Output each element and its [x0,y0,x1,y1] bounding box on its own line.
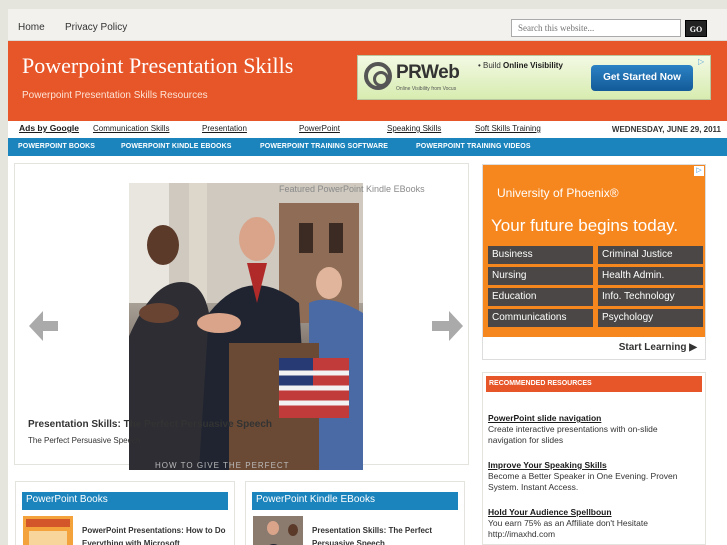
ad-link[interactable]: PowerPoint [299,124,340,133]
start-learning-button[interactable]: Start Learning ▶ [483,337,705,359]
recommended-item-title[interactable]: Improve Your Speaking Skills [488,460,678,471]
recommended-item-title[interactable]: Hold Your Audience Spellboun [488,507,678,518]
recommended-item-text: You earn 75% as an Affiliate don't Hesit… [488,518,648,539]
ad-subtitle: Online Visibility from Vocus [396,86,457,92]
ad-link[interactable]: Presentation [202,124,247,133]
nav-item-training-software[interactable]: POWERPOINT TRAINING SOFTWARE [260,143,388,150]
book-title-link[interactable]: PowerPoint Presentations: How to Do Ever… [82,524,232,545]
recommended-item-text: Become a Better Speaker in One Evening. … [488,471,678,492]
category-nav: POWERPOINT BOOKS POWERPOINT KINDLE EBOOK… [8,138,727,156]
top-nav: Home Privacy Policy GO [8,9,727,41]
ebook-cover-thumbnail[interactable] [253,516,303,545]
slide-caption-subtitle: The Perfect Persuasive Speech [28,436,141,445]
uop-program-item[interactable]: Info. Technology [598,288,703,306]
university-of-phoenix-ad[interactable]: ▷ University of Phoenix® Your future beg… [482,164,706,360]
recommended-resources: RECOMMENDED RESOURCES PowerPoint slide n… [482,372,706,545]
site-header: Powerpoint Presentation Skills Powerpoin… [8,41,727,121]
slider-next-arrow-icon[interactable] [432,311,463,341]
nav-item-powerpoint-books[interactable]: POWERPOINT BOOKS [18,143,95,150]
ad-brand: PRWeb [396,62,460,83]
uop-logo: University of Phoenix® [497,186,619,200]
slide-caption-title[interactable]: Presentation Skills: The Perfect Persuas… [28,419,272,430]
recommended-item-title[interactable]: PowerPoint slide navigation [488,413,678,424]
recommended-item[interactable]: Improve Your Speaking Skills Become a Be… [488,460,678,493]
ad-link[interactable]: Soft Skills Training [475,124,541,133]
uop-program-item[interactable]: Communications [488,309,593,327]
featured-label: Featured PowerPoint Kindle EBooks [279,184,425,194]
recommended-heading: RECOMMENDED RESOURCES [486,376,702,392]
book-cover-thumbnail[interactable] [23,516,73,545]
nav-privacy-link[interactable]: Privacy Policy [65,22,127,33]
powerpoint-books-box: PowerPoint Books PowerPoint Presentation… [15,481,235,545]
site-tagline: Powerpoint Presentation Skills Resources [22,90,208,101]
site-title[interactable]: Powerpoint Presentation Skills [22,53,293,79]
nav-home-link[interactable]: Home [18,22,45,33]
uop-program-item[interactable]: Nursing [488,267,593,285]
uop-headline: Your future begins today. [491,216,679,235]
adchoices-icon[interactable]: ▷ [698,57,704,66]
slide-bottom-text: HOW TO GIVE THE PERFECT [155,461,290,470]
current-date: WEDNESDAY, JUNE 29, 2011 [611,125,721,134]
nav-item-kindle-ebooks[interactable]: POWERPOINT KINDLE EBOOKS [121,143,232,150]
recommended-item-text: Create interactive presentations with on… [488,424,658,445]
uop-program-item[interactable]: Business [488,246,593,264]
uop-program-item[interactable]: Health Admin. [598,267,703,285]
adchoices-icon[interactable]: ▷ [694,166,704,176]
box-heading[interactable]: PowerPoint Books [22,492,228,510]
uop-program-item[interactable]: Criminal Justice [598,246,703,264]
ad-link-row: Ads by Google Communication Skills Prese… [8,121,727,138]
slider-prev-arrow-icon[interactable] [29,311,58,341]
recommended-item[interactable]: Hold Your Audience Spellboun You earn 75… [488,507,678,540]
ad-link[interactable]: Communication Skills [93,124,169,133]
search-input[interactable] [511,19,681,37]
uop-program-item[interactable]: Psychology [598,309,703,327]
prweb-logo-icon [364,62,392,90]
nav-item-training-videos[interactable]: POWERPOINT TRAINING VIDEOS [416,143,531,150]
box-heading[interactable]: PowerPoint Kindle EBooks [252,492,458,510]
kindle-ebooks-box: PowerPoint Kindle EBooks Presentation Sk… [245,481,465,545]
header-banner-ad[interactable]: PRWeb Online Visibility from Vocus • Bui… [357,55,711,100]
ad-link[interactable]: Speaking Skills [387,124,441,133]
ads-by-google-link[interactable]: Ads by Google [19,123,79,133]
recommended-item[interactable]: PowerPoint slide navigation Create inter… [488,413,678,446]
ad-bullet: • Build Online Visibility [478,61,563,70]
featured-slider: Featured PowerPoint Kindle EBooks Presen… [14,163,469,470]
ebook-title-link[interactable]: Presentation Skills: The Perfect Persuas… [312,524,462,545]
search-go-button[interactable]: GO [685,20,707,37]
ad-get-started-button[interactable]: Get Started Now [591,65,693,91]
uop-program-item[interactable]: Education [488,288,593,306]
page: Home Privacy Policy GO Powerpoint Presen… [8,9,727,545]
